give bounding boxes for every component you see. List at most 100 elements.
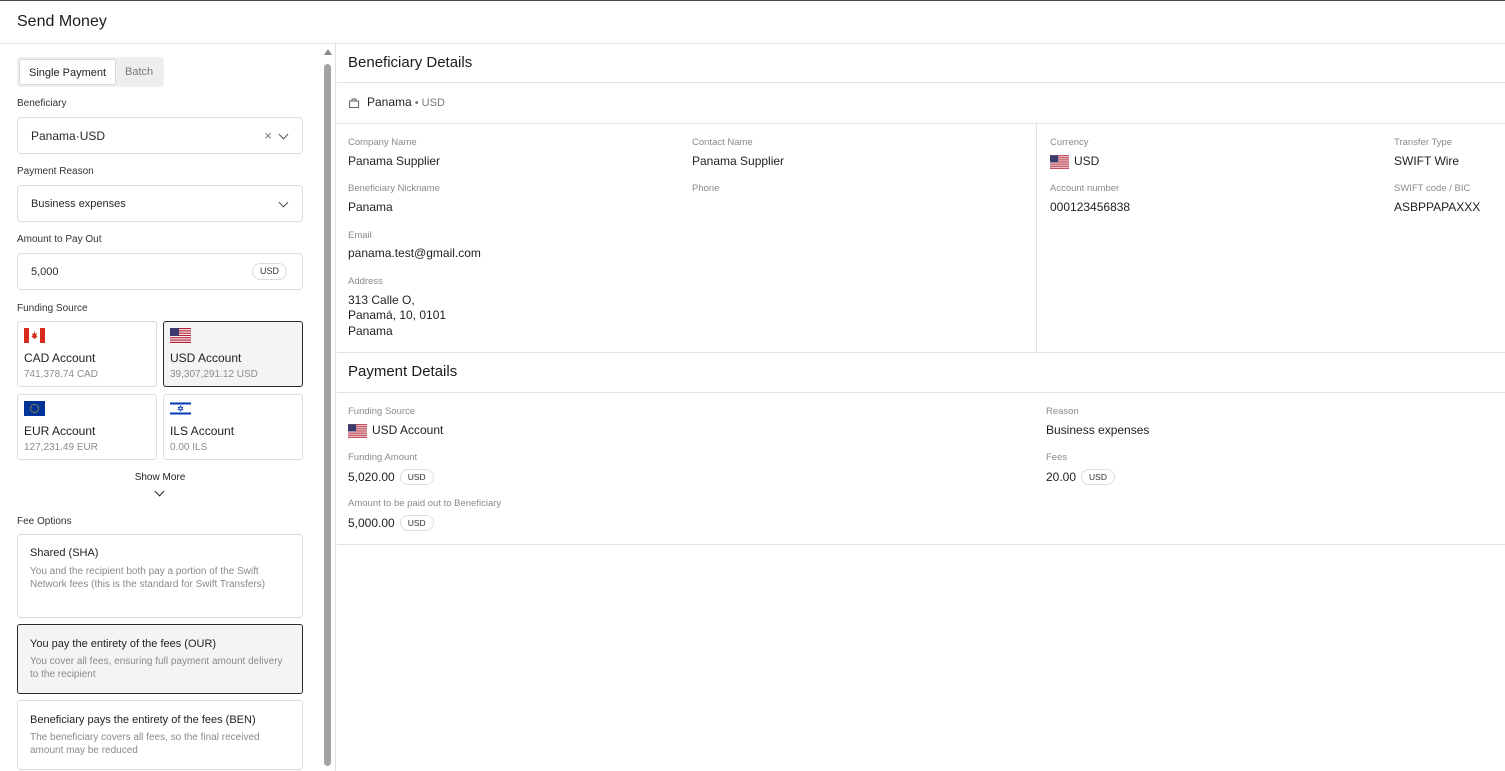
fee-option-description: You cover all fees, ensuring full paymen…	[30, 656, 283, 680]
details-panel: Beneficiary Details Panama • USD Company…	[337, 44, 1505, 771]
send-money-form-panel: Single Payment Batch Beneficiary Panama·…	[0, 44, 336, 771]
divider	[337, 82, 1505, 83]
fee-option-our[interactable]: You pay the entirety of the fees (OUR) Y…	[17, 624, 303, 694]
beneficiary-summary-currency: • USD	[411, 97, 445, 109]
account-card-ils[interactable]: ILS Account 0.00 ILS	[163, 394, 303, 460]
contact-name-label: Contact Name	[692, 137, 753, 148]
account-balance: 39,307,291.12 USD	[170, 369, 258, 380]
funding-source-detail-label: Funding Source	[348, 406, 416, 417]
transfer-type-value: SWIFT Wire	[1394, 154, 1460, 168]
currency-badge: USD	[399, 469, 434, 485]
beneficiary-label: Beneficiary	[17, 98, 67, 109]
company-name-value: Panama Supplier	[348, 154, 441, 168]
contact-name-value: Panama Supplier	[692, 154, 785, 168]
account-number-value: 000123456838	[1050, 200, 1131, 214]
page-title: Send Money	[17, 13, 107, 30]
swift-value: ASBPPAPAXXX	[1394, 200, 1481, 214]
funding-source-label: Funding Source	[17, 303, 88, 314]
beneficiary-select[interactable]: Panama·USD ×	[17, 117, 303, 154]
divider	[337, 544, 1505, 545]
company-name-label: Company Name	[348, 137, 417, 148]
account-card-usd[interactable]: USD Account 39,307,291.12 USD	[163, 321, 303, 387]
fee-option-title: Shared (SHA)	[30, 547, 99, 559]
divider	[337, 352, 1505, 353]
payout-value: 5,000.00	[348, 516, 395, 530]
currency-label: Currency	[1050, 137, 1089, 148]
fees: 20.00 USD	[1046, 469, 1115, 486]
account-number-label: Account number	[1050, 183, 1120, 194]
scrollbar-thumb[interactable]	[324, 64, 331, 766]
israel-flag-icon	[170, 401, 191, 416]
canada-flag-icon	[24, 328, 45, 343]
beneficiary-value: Panama·USD	[31, 129, 106, 143]
bank-icon	[349, 98, 359, 108]
fee-options-label: Fee Options	[17, 516, 72, 527]
funding-amount-value: 5,020.00	[348, 470, 395, 484]
tab-batch[interactable]: Batch	[116, 59, 162, 85]
fees-label: Fees	[1046, 452, 1068, 463]
clear-icon[interactable]: ×	[264, 128, 272, 143]
eu-flag-icon	[24, 401, 45, 416]
address-line-2: Panamá, 10, 0101	[348, 308, 447, 322]
us-flag-icon	[348, 424, 367, 438]
address-label: Address	[348, 276, 383, 287]
address-line-1: 313 Calle O,	[348, 293, 415, 307]
payment-details-title: Payment Details	[348, 363, 458, 380]
email-value: panama.test@gmail.com	[348, 246, 481, 260]
account-card-cad[interactable]: CAD Account 741,378.74 CAD	[17, 321, 157, 387]
account-balance: 741,378.74 CAD	[24, 369, 98, 380]
top-bar: Send Money	[0, 0, 1505, 44]
us-flag-icon	[170, 328, 191, 343]
payment-reason-label: Payment Reason	[17, 166, 94, 177]
nickname-value: Panama	[348, 200, 393, 214]
payout: 5,000.00 USD	[348, 515, 434, 532]
form-scrollbar[interactable]	[323, 49, 332, 771]
fee-option-description: The beneficiary covers all fees, so the …	[30, 732, 260, 756]
beneficiary-details-title: Beneficiary Details	[348, 54, 473, 71]
scroll-up-arrow-icon[interactable]	[324, 49, 332, 55]
reason-label: Reason	[1046, 406, 1079, 417]
account-balance: 127,231.49 EUR	[24, 442, 98, 453]
payout-label: Amount to be paid out to Beneficiary	[348, 498, 502, 509]
fees-value: 20.00	[1046, 470, 1077, 484]
account-name: CAD Account	[24, 351, 96, 365]
chevron-down-icon[interactable]	[278, 197, 289, 208]
fee-option-title: You pay the entirety of the fees (OUR)	[30, 638, 217, 650]
amount-value: 5,000	[31, 266, 59, 278]
currency-badge: USD	[1081, 469, 1115, 485]
divider	[337, 123, 1505, 124]
swift-label: SWIFT code / BIC	[1394, 183, 1471, 194]
column-divider	[1036, 124, 1037, 352]
payment-mode-toggle: Single Payment Batch	[17, 57, 165, 87]
address-line-3: Panama	[348, 324, 393, 338]
fee-option-title: Beneficiary pays the entirety of the fee…	[30, 714, 256, 726]
phone-label: Phone	[692, 183, 720, 194]
funding-amount: 5,020.00 USD	[348, 469, 434, 486]
email-label: Email	[348, 230, 372, 241]
amount-label: Amount to Pay Out	[17, 234, 102, 245]
chevron-down-icon[interactable]	[154, 486, 165, 497]
us-flag-icon	[1050, 155, 1069, 169]
account-name: EUR Account	[24, 424, 96, 438]
fee-option-description: You and the recipient both pay a portion…	[30, 566, 266, 590]
divider	[337, 392, 1505, 393]
nickname-label: Beneficiary Nickname	[348, 183, 440, 194]
fee-option-sha[interactable]: Shared (SHA) You and the recipient both …	[17, 534, 303, 618]
beneficiary-summary-name: Panama	[367, 95, 412, 109]
show-more-button[interactable]: Show More	[0, 472, 320, 483]
payment-reason-value: Business expenses	[31, 198, 126, 210]
funding-source-detail-value: USD Account	[372, 423, 444, 437]
account-name: USD Account	[170, 351, 242, 365]
tab-single-payment[interactable]: Single Payment	[19, 59, 117, 85]
chevron-down-icon[interactable]	[278, 129, 289, 140]
currency-badge: USD	[399, 515, 434, 531]
reason-value: Business expenses	[1046, 423, 1150, 437]
account-card-eur[interactable]: EUR Account 127,231.49 EUR	[17, 394, 157, 460]
payment-reason-select[interactable]: Business expenses	[17, 185, 303, 222]
funding-amount-label: Funding Amount	[348, 452, 418, 463]
currency-badge: USD	[251, 263, 287, 280]
fee-option-ben[interactable]: Beneficiary pays the entirety of the fee…	[17, 700, 303, 770]
transfer-type-label: Transfer Type	[1394, 137, 1453, 148]
account-balance: 0.00 ILS	[170, 442, 208, 453]
amount-input[interactable]: 5,000 USD	[17, 253, 303, 290]
